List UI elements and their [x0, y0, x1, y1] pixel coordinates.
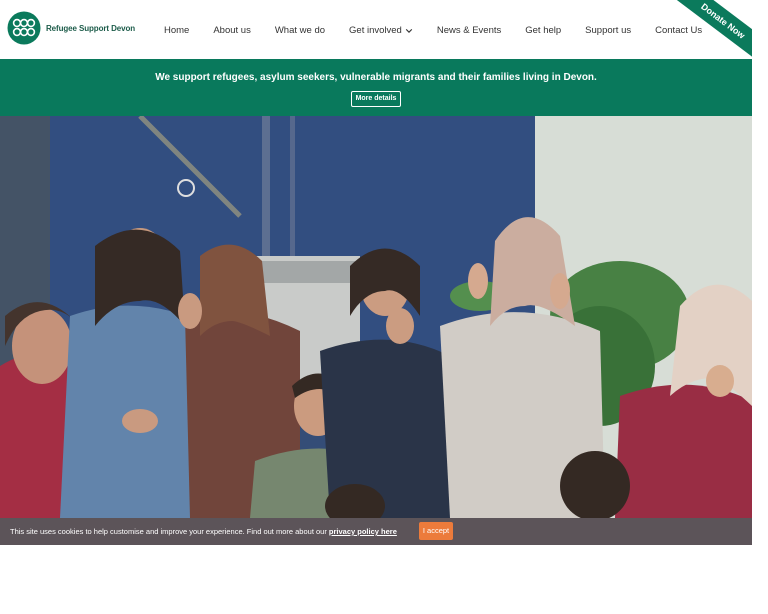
nav-get-involved[interactable]: Get involved	[349, 25, 413, 36]
site-header: Refugee Support Devon Home About us What…	[0, 0, 752, 60]
privacy-policy-link[interactable]: privacy policy here	[329, 527, 397, 536]
nav-get-help-label: Get help	[525, 25, 562, 36]
donate-now-ribbon[interactable]: Donate Now	[672, 0, 752, 60]
nav-home[interactable]: Home	[164, 25, 189, 36]
nav-what-we-do-label: What we do	[274, 25, 326, 36]
nav-support-us-label: Support us	[585, 25, 632, 36]
nav-about-us[interactable]: About us	[213, 25, 251, 36]
logo-icon	[7, 11, 41, 45]
logo-text: Refugee Support Devon	[46, 23, 136, 33]
mission-banner: We support refugees, asylum seekers, vul…	[0, 59, 752, 116]
cookie-message: This site uses cookies to help customise…	[10, 527, 397, 536]
nav-get-help[interactable]: Get help	[525, 25, 561, 36]
nav-get-involved-label: Get involved	[349, 25, 402, 36]
nav-what-we-do[interactable]: What we do	[275, 25, 325, 36]
nav-news-events[interactable]: News & Events	[437, 25, 501, 36]
page: Refugee Support Devon Home About us What…	[0, 0, 752, 545]
nav-support-us[interactable]: Support us	[585, 25, 631, 36]
hero-photo-illustration	[0, 116, 752, 518]
cookie-bar: This site uses cookies to help customise…	[0, 518, 752, 545]
site-logo[interactable]: Refugee Support Devon	[7, 11, 135, 45]
donate-ribbon-wrap: Donate Now	[672, 0, 752, 60]
chevron-down-icon	[405, 28, 413, 33]
main-nav: Home About us What we do Get involved Ne…	[164, 25, 726, 36]
more-details-button[interactable]: More details	[351, 91, 401, 107]
nav-home-label: Home	[164, 25, 190, 36]
accept-cookies-button[interactable]: I accept	[419, 522, 453, 540]
hero-photo	[0, 116, 752, 518]
cookie-text: This site uses cookies to help customise…	[10, 527, 329, 536]
nav-news-events-label: News & Events	[436, 25, 502, 36]
mission-statement: We support refugees, asylum seekers, vul…	[155, 72, 597, 83]
nav-about-us-label: About us	[213, 25, 251, 36]
